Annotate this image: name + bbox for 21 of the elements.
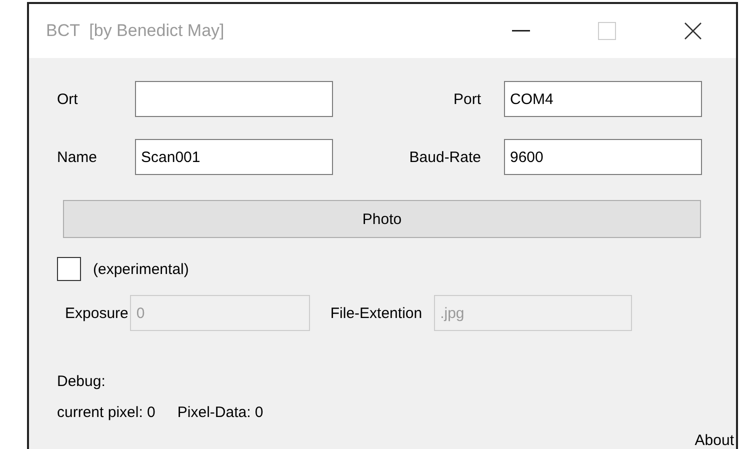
field-label: Name bbox=[57, 148, 98, 166]
field-label: File-Extention bbox=[330, 304, 422, 322]
maximize-icon bbox=[598, 22, 616, 40]
window-title: BCT [by Benedict May] bbox=[46, 21, 226, 41]
close-icon bbox=[684, 22, 702, 40]
photo-button[interactable]: Photo bbox=[63, 200, 701, 238]
about-link[interactable]: About bbox=[694, 432, 734, 449]
checkbox[interactable] bbox=[57, 257, 81, 281]
current-pixel-text: current pixel: 0 bbox=[57, 404, 156, 421]
pixel-data-text: Pixel-Data: 0 bbox=[177, 404, 264, 421]
field-label: Baud-Rate bbox=[409, 148, 481, 166]
field-label: Ort bbox=[57, 90, 78, 108]
field-label: Exposure bbox=[65, 304, 128, 322]
field-label: Port bbox=[453, 90, 481, 108]
minimize-icon bbox=[512, 30, 530, 32]
input-field[interactable]: COM4 bbox=[504, 81, 702, 117]
input-field[interactable]: Scan001 bbox=[135, 139, 333, 175]
checkbox-label: (experimental) bbox=[93, 260, 189, 278]
debug-heading: Debug: bbox=[57, 373, 106, 390]
input-field[interactable] bbox=[135, 81, 333, 117]
input-field[interactable]: 9600 bbox=[504, 139, 702, 175]
